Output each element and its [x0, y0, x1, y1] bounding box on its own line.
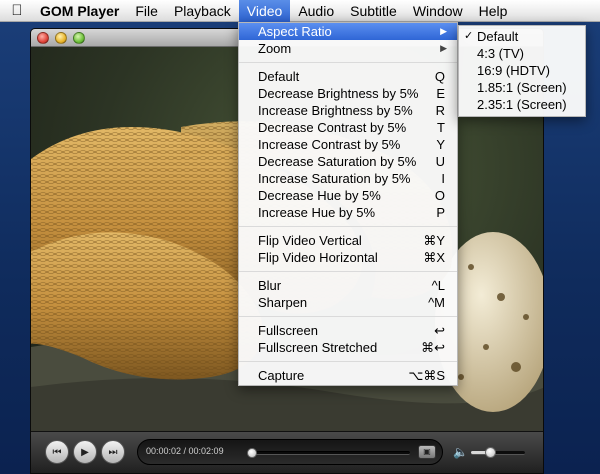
menu-item-flip-vertical[interactable]: Flip Video Vertical ⌘Y — [239, 232, 457, 249]
menu-item-label: Capture — [258, 368, 305, 383]
time-readout: 00:00:02 / 00:02:09 — [146, 446, 224, 456]
menu-item-label: Aspect Ratio — [258, 24, 332, 39]
menu-item-shortcut: R — [435, 103, 445, 118]
menu-separator — [239, 226, 457, 227]
aspect-option-2-35[interactable]: 2.35:1 (Screen) — [459, 96, 585, 113]
menu-item-shortcut: ⌘Y — [423, 233, 445, 248]
menu-file[interactable]: File — [127, 0, 166, 22]
playback-control-bar: ⏮ ▶ ⏭ 00:00:02 / 00:02:09 ▣ 🔈 — [31, 431, 543, 473]
volume-handle[interactable] — [484, 447, 496, 458]
menu-item-shortcut: ^M — [428, 295, 445, 310]
aspect-ratio-submenu: ✓ Default 4:3 (TV) 16:9 (HDTV) 1.85:1 (Sc… — [458, 25, 586, 117]
menu-item-shortcut: ⌘X — [423, 250, 445, 265]
app-menu[interactable]: GOM Player — [34, 0, 127, 22]
menu-item-shortcut: ⌥⌘S — [408, 368, 445, 383]
menu-item-shortcut: T — [437, 120, 445, 135]
menu-item-increase-hue[interactable]: Increase Hue by 5% P — [239, 204, 457, 221]
menu-separator — [239, 316, 457, 317]
menu-item-aspect-ratio[interactable]: Aspect Ratio ▶ — [239, 23, 457, 40]
menu-item-shortcut: Y — [436, 137, 445, 152]
menu-item-shortcut: E — [436, 86, 445, 101]
menu-item-shortcut: O — [434, 188, 445, 203]
menu-window[interactable]: Window — [405, 0, 471, 22]
menu-item-label: 2.35:1 (Screen) — [477, 97, 567, 112]
menu-item-default[interactable]: Default Q — [239, 68, 457, 85]
video-menu-dropdown: Aspect Ratio ▶ Zoom ▶ Default Q Decrease … — [238, 22, 458, 386]
menu-subtitle[interactable]: Subtitle — [342, 0, 405, 22]
play-icon[interactable]: ▶ — [73, 440, 97, 464]
menu-video[interactable]: Video — [238, 0, 291, 22]
menu-separator — [239, 62, 457, 63]
menu-item-decrease-saturation[interactable]: Decrease Saturation by 5% U — [239, 153, 457, 170]
previous-icon[interactable]: ⏮ — [45, 440, 69, 464]
aspect-option-4-3[interactable]: 4:3 (TV) — [459, 45, 585, 62]
menu-item-increase-brightness[interactable]: Increase Brightness by 5% R — [239, 102, 457, 119]
menu-item-label: Decrease Brightness by 5% — [258, 86, 419, 101]
menu-item-label: Flip Video Horizontal — [258, 250, 378, 265]
menu-item-zoom[interactable]: Zoom ▶ — [239, 40, 457, 57]
aspect-option-16-9[interactable]: 16:9 (HDTV) — [459, 62, 585, 79]
menu-item-decrease-contrast[interactable]: Decrease Contrast by 5% T — [239, 119, 457, 136]
screen-mode-icon[interactable]: ▣ — [418, 445, 436, 459]
aspect-option-default[interactable]: ✓ Default — [459, 28, 585, 45]
menu-item-decrease-brightness[interactable]: Decrease Brightness by 5% E — [239, 85, 457, 102]
menu-item-label: Default — [477, 29, 519, 44]
submenu-arrow-icon: ▶ — [440, 43, 447, 53]
next-icon[interactable]: ⏭ — [101, 440, 125, 464]
checkmark-icon: ✓ — [464, 30, 474, 42]
menu-item-label: Decrease Saturation by 5% — [258, 154, 417, 169]
close-window-button[interactable] — [37, 32, 49, 44]
menu-item-shortcut: ^L — [431, 278, 445, 293]
menu-item-shortcut: U — [435, 154, 445, 169]
menu-item-fullscreen[interactable]: Fullscreen ↩ — [239, 322, 457, 339]
menu-item-increase-contrast[interactable]: Increase Contrast by 5% Y — [239, 136, 457, 153]
menu-item-label: Decrease Contrast by 5% — [258, 120, 407, 135]
menu-item-label: Fullscreen — [258, 323, 318, 338]
menu-item-label: Increase Brightness by 5% — [258, 103, 413, 118]
menu-item-sharpen[interactable]: Sharpen ^M — [239, 294, 457, 311]
menu-item-label: Increase Saturation by 5% — [258, 171, 411, 186]
menu-item-label: Blur — [258, 278, 282, 293]
menu-item-label: Fullscreen Stretched — [258, 340, 378, 355]
menu-item-decrease-hue[interactable]: Decrease Hue by 5% O — [239, 187, 457, 204]
submenu-arrow-icon: ▶ — [440, 26, 447, 36]
seek-bar[interactable] — [247, 448, 410, 458]
minimize-window-button[interactable] — [55, 32, 67, 44]
menu-item-shortcut: Q — [434, 69, 445, 84]
menu-separator — [239, 271, 457, 272]
time-seek-panel: 00:00:02 / 00:02:09 ▣ — [137, 439, 443, 465]
menu-item-shortcut: ↩ — [434, 323, 445, 338]
menu-item-label: Increase Contrast by 5% — [258, 137, 401, 152]
menu-item-label: 4:3 (TV) — [477, 46, 524, 61]
seek-bar-handle[interactable] — [247, 448, 258, 458]
menu-item-increase-saturation[interactable]: Increase Saturation by 5% I — [239, 170, 457, 187]
menu-item-shortcut: I — [441, 171, 445, 186]
menu-item-label: 16:9 (HDTV) — [477, 63, 550, 78]
menu-item-blur[interactable]: Blur ^L — [239, 277, 457, 294]
zoom-window-button[interactable] — [73, 32, 85, 44]
menu-item-label: Zoom — [258, 41, 292, 56]
speaker-icon[interactable]: 🔈 — [453, 445, 468, 459]
apple-menu-icon[interactable]:  — [0, 2, 34, 19]
menu-audio[interactable]: Audio — [290, 0, 342, 22]
menu-item-label: Default — [258, 69, 300, 84]
menu-item-label: 1.85:1 (Screen) — [477, 80, 567, 95]
menu-item-label: Flip Video Vertical — [258, 233, 362, 248]
menu-item-label: Increase Hue by 5% — [258, 205, 376, 220]
menu-playback[interactable]: Playback — [166, 0, 239, 22]
menu-item-capture[interactable]: Capture ⌥⌘S — [239, 367, 457, 384]
volume-slider[interactable] — [471, 447, 525, 458]
menu-item-shortcut: P — [436, 205, 445, 220]
menu-help[interactable]: Help — [471, 0, 516, 22]
menu-item-fullscreen-stretched[interactable]: Fullscreen Stretched ⌘↩ — [239, 339, 457, 356]
menu-item-label: Sharpen — [258, 295, 308, 310]
aspect-option-1-85[interactable]: 1.85:1 (Screen) — [459, 79, 585, 96]
menu-item-shortcut: ⌘↩ — [421, 340, 445, 355]
menu-separator — [239, 361, 457, 362]
menu-bar:  GOM Player File Playback Video Audio S… — [0, 0, 600, 22]
menu-item-label: Decrease Hue by 5% — [258, 188, 381, 203]
menu-item-flip-horizontal[interactable]: Flip Video Horizontal ⌘X — [239, 249, 457, 266]
